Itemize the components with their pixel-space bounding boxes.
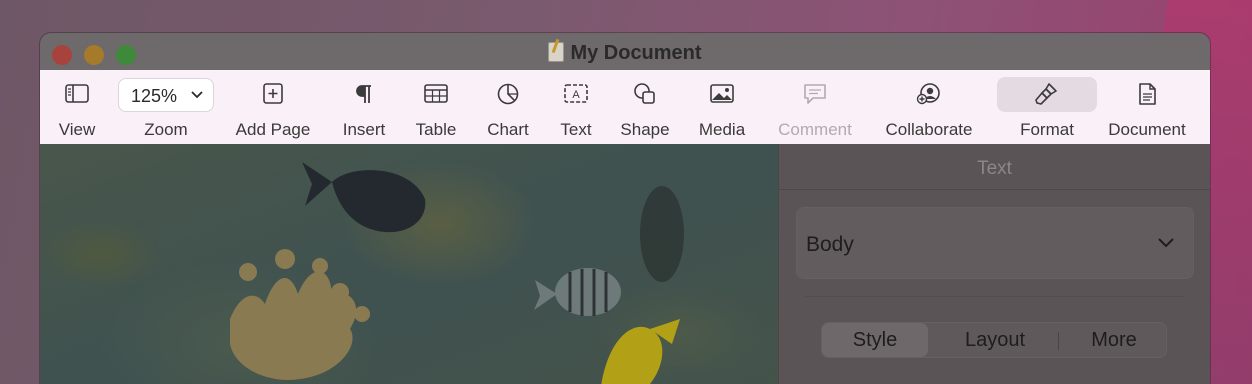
view-label: View [58, 120, 96, 139]
pie-chart-icon [497, 83, 519, 105]
insert-label: Insert [342, 120, 386, 139]
add-page-icon [263, 83, 283, 104]
inspector-tab-text[interactable]: Text [779, 158, 1210, 180]
media-button[interactable]: Media [692, 70, 752, 144]
format-inspector: Text Body Style Layout More [778, 144, 1210, 384]
rock-shape [640, 186, 684, 282]
shape-button[interactable]: Shape [616, 70, 674, 144]
insert-button[interactable]: Insert [336, 70, 392, 144]
coral-shape [230, 249, 370, 380]
toolbar: View 125% Zoom Add Page Insert Table Cha… [40, 70, 1210, 144]
window-title: My Document [40, 42, 1210, 65]
striped-fish [534, 268, 621, 316]
shape-label: Shape [620, 120, 670, 139]
collaborate-label: Collaborate [885, 120, 973, 139]
add-page-button[interactable]: Add Page [232, 70, 314, 144]
document-label: Document [1108, 120, 1186, 139]
format-label: Format [1020, 120, 1074, 139]
collaborate-button[interactable]: Collaborate [878, 70, 980, 144]
add-page-label: Add Page [235, 120, 311, 139]
pilcrow-icon [356, 85, 371, 103]
title-bar: My Document [40, 33, 1210, 71]
comment-icon [804, 84, 826, 104]
text-label: Text [560, 120, 592, 139]
divider [805, 296, 1184, 297]
collaborate-icon [916, 83, 940, 105]
underwater-photo [230, 162, 684, 384]
segmented-control: Style Layout More [821, 322, 1167, 358]
chart-button[interactable]: Chart [480, 70, 536, 144]
yellow-fish [601, 319, 680, 384]
document-icon [548, 42, 565, 62]
paragraph-style-value: Body [806, 233, 854, 256]
segment-layout[interactable]: Layout [937, 323, 1053, 357]
zoom-label: Zoom [144, 120, 188, 139]
chevron-down-icon [1158, 238, 1174, 248]
text-box-icon: A [564, 84, 588, 103]
comment-label: Comment [778, 120, 852, 139]
view-button[interactable]: View [52, 70, 102, 144]
app-window: My Document View 125% Zoom Add Page Inse… [40, 33, 1210, 384]
paragraph-style-select[interactable]: Body [796, 207, 1194, 279]
document-page-icon [1139, 83, 1156, 105]
table-icon [424, 84, 448, 103]
paintbrush-icon [1035, 83, 1057, 105]
segment-style[interactable]: Style [822, 323, 928, 357]
shape-icon [634, 83, 655, 104]
zoom-label-wrap: Zoom [118, 70, 214, 144]
svg-text:A: A [572, 89, 580, 101]
divider [779, 189, 1210, 190]
media-label: Media [698, 120, 746, 139]
document-canvas[interactable] [40, 144, 778, 384]
segment-more[interactable]: More [1062, 323, 1166, 357]
chart-label: Chart [487, 120, 529, 139]
format-button[interactable]: Format [997, 70, 1097, 144]
document-button[interactable]: Document [1102, 70, 1192, 144]
table-button[interactable]: Table [408, 70, 464, 144]
dark-fish [302, 162, 426, 233]
comment-button[interactable]: Comment [770, 70, 860, 144]
sidebar-view-icon [65, 84, 89, 103]
photo-icon [710, 84, 734, 103]
window-title-text: My Document [570, 42, 702, 64]
table-label: Table [415, 120, 457, 139]
segment-divider [1058, 332, 1059, 350]
text-button[interactable]: A Text [550, 70, 602, 144]
